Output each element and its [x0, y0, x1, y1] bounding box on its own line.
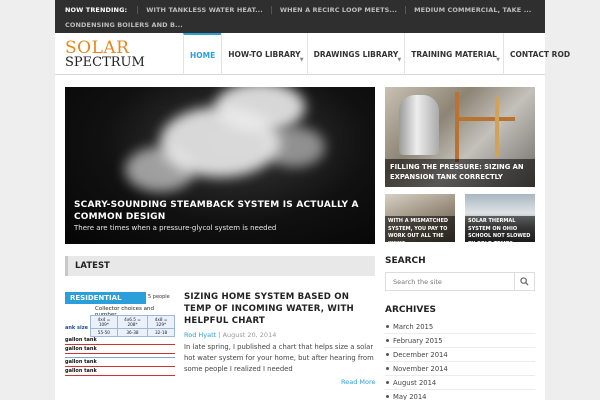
nav-home[interactable]: HOME — [183, 33, 222, 75]
trending-label: NOW TRENDING: — [65, 6, 128, 14]
thumb-badge: RESIDENTIAL SOLAR — [65, 292, 146, 314]
meta-separator: | — [218, 331, 221, 339]
featured-post-small[interactable]: SOLAR THERMAL SYSTEM ON OHIO SCHOOL NOT … — [465, 194, 535, 242]
steam-image-part — [125, 147, 195, 192]
thumb-cell: 4x8 = 329* — [147, 315, 175, 329]
main-nav: HOME HOW-TO LIBRARY ▼ DRAWINGS LIBRARY ▼… — [183, 33, 576, 75]
chevron-down-icon: ▼ — [496, 57, 500, 63]
thumb-line: gallon tank — [65, 336, 175, 345]
read-more-link[interactable]: Read More — [341, 378, 376, 386]
search-form — [385, 272, 535, 291]
search-icon — [520, 277, 529, 286]
archive-link[interactable]: August 2014 — [385, 376, 535, 390]
nav-label: TRAINING MATERIAL — [411, 49, 497, 59]
nav-drawings-library[interactable]: DRAWINGS LIBRARY ▼ — [306, 33, 405, 75]
thumb-line: gallon tank — [65, 345, 175, 354]
steam-image-part — [215, 87, 305, 132]
trending-link[interactable]: WITH TANKLESS WATER HEAT... — [137, 6, 271, 14]
hero-subtitle: There are times when a pressure-glycol s… — [74, 224, 277, 232]
featured-post-title[interactable]: SOLAR THERMAL SYSTEM ON OHIO SCHOOL NOT … — [465, 216, 535, 242]
steam-image-part — [265, 127, 325, 167]
archive-link[interactable]: December 2014 — [385, 348, 535, 362]
thumb-cell: 4x6.5 = 208* — [116, 315, 149, 329]
search-button[interactable] — [514, 273, 534, 290]
thumb-cell: 4x4 = 109* — [90, 315, 118, 329]
trending-row: NOW TRENDING: WITH TANKLESS WATER HEAT..… — [55, 2, 539, 18]
nav-label: CONTACT ROD — [509, 49, 571, 59]
pipe-image-part — [455, 92, 459, 162]
archive-link[interactable]: November 2014 — [385, 362, 535, 376]
nav-contact-rod[interactable]: CONTACT ROD — [502, 33, 576, 75]
trending-link[interactable]: MEDIUM COMMERCIAL, TAKE ... — [405, 6, 539, 14]
pipe-image-part — [455, 117, 515, 121]
post-author[interactable]: Rod Hyatt — [184, 331, 216, 339]
nav-training-material[interactable]: TRAINING MATERIAL ▼ — [404, 33, 503, 75]
pipe-image-part — [495, 97, 499, 157]
thumb-table: 4x4 = 109* 4x6.5 = 208* 4x8 = 329* 55-50… — [90, 315, 175, 337]
latest-heading: LATEST — [65, 256, 375, 276]
archive-link[interactable]: March 2015 — [385, 320, 535, 334]
featured-post-title[interactable]: FILLING THE PRESSURE: SIZING AN EXPANSIO… — [385, 159, 535, 187]
chevron-down-icon: ▼ — [397, 57, 402, 63]
site-logo[interactable]: SOLAR SPECTRUM — [65, 40, 145, 70]
thumb-line: gallon tank — [65, 358, 175, 367]
archive-link[interactable]: February 2015 — [385, 334, 535, 348]
tank-image-part — [399, 95, 439, 155]
nav-how-to-library[interactable]: HOW-TO LIBRARY ▼ — [221, 33, 306, 75]
archive-link[interactable]: May 2014 — [385, 390, 535, 400]
archives-list: March 2015 February 2015 December 2014 N… — [385, 320, 535, 400]
search-input[interactable] — [386, 273, 514, 290]
thumb-tag: 5 people — [148, 294, 170, 300]
thumb-line: gallon tank — [65, 367, 175, 376]
nav-label: DRAWINGS LIBRARY — [313, 49, 399, 59]
nav-label: HOME — [190, 50, 216, 60]
featured-post-large[interactable]: FILLING THE PRESSURE: SIZING AN EXPANSIO… — [385, 87, 535, 187]
post-excerpt: In late spring, I published a chart that… — [184, 343, 374, 373]
trending-row: CONDENSING BOILERS AND B... — [55, 17, 191, 33]
trending-link[interactable]: CONDENSING BOILERS AND B... — [55, 21, 191, 29]
site-header: SOLAR SPECTRUM HOME HOW-TO LIBRARY ▼ DRA… — [55, 33, 570, 75]
nav-label: HOW-TO LIBRARY — [228, 49, 301, 59]
thumb-row-label: ank size — [65, 325, 88, 331]
archives-heading: ARCHIVES — [385, 305, 436, 315]
featured-post-title[interactable]: WITH A MISMATCHED SYSTEM, YOU PAY TO WOR… — [385, 216, 455, 242]
featured-post-small[interactable]: WITH A MISMATCHED SYSTEM, YOU PAY TO WOR… — [385, 194, 455, 242]
hero-title[interactable]: SCARY-SOUNDING STEAMBACK SYSTEM IS ACTUA… — [74, 199, 364, 223]
thumb-lines: gallon tank gallon tank gallon tank gall… — [65, 336, 175, 376]
trending-link[interactable]: WHEN A RECIRC LOOP MEETS... — [270, 6, 405, 14]
chevron-down-icon: ▼ — [299, 57, 304, 63]
post-date: August 20, 2014 — [222, 331, 277, 339]
logo-line-spectrum: SPECTRUM — [65, 55, 145, 70]
main-content: SCARY-SOUNDING STEAMBACK SYSTEM IS ACTUA… — [55, 75, 545, 400]
post-meta: Rod Hyatt | August 20, 2014 — [184, 331, 276, 339]
post-title[interactable]: SIZING HOME SYSTEM BASED ON TEMP OF INCO… — [184, 291, 379, 327]
search-heading: SEARCH — [385, 256, 426, 266]
hero-feature[interactable]: SCARY-SOUNDING STEAMBACK SYSTEM IS ACTUA… — [65, 87, 375, 244]
post-thumbnail[interactable]: RESIDENTIAL SOLAR 5 people Collector cho… — [65, 292, 175, 400]
